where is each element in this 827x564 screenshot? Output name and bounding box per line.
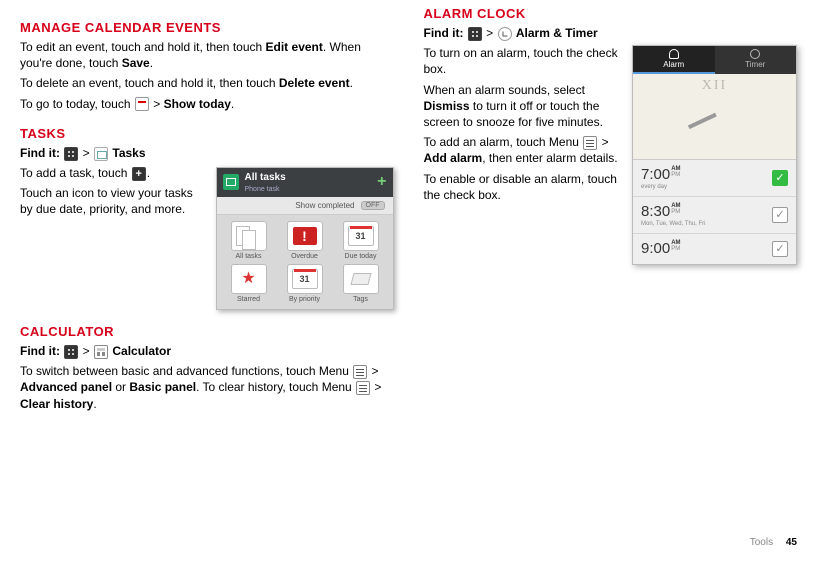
menu-icon <box>583 136 597 150</box>
tasks-app-icon <box>223 174 239 190</box>
apps-icon <box>468 27 482 41</box>
alarm-time: 7:00 <box>641 166 670 183</box>
tasks-header-title: All tasks <box>245 172 286 183</box>
apps-icon <box>64 147 78 161</box>
plus-icon <box>132 167 146 181</box>
tasks-icon <box>94 147 108 161</box>
alarm-widget: Alarm Timer 7:00AMPM every day 8:30AMPM … <box>632 45 797 265</box>
findit-alarm: Find it: > Alarm & Timer <box>424 25 798 41</box>
show-completed-row[interactable]: Show completed OFF <box>217 197 393 215</box>
footer-section: Tools <box>750 537 773 548</box>
show-completed-toggle[interactable]: OFF <box>361 201 385 210</box>
apps-icon <box>64 345 78 359</box>
para-calculator: To switch between basic and advanced fun… <box>20 363 394 412</box>
alarm-row[interactable]: 8:30AMPM Mon, Tue, Wed, Thu, Fri <box>633 197 796 234</box>
filter-by-priority[interactable]: By priority <box>279 264 331 303</box>
page-number: 45 <box>786 537 797 548</box>
tasks-widget-header[interactable]: All tasks Phone task + <box>217 168 393 197</box>
alarm-time: 9:00 <box>641 240 670 257</box>
para-enable-disable-alarm: To enable or disable an alarm, touch the… <box>424 171 634 203</box>
page-footer: Tools 45 <box>750 537 797 548</box>
para-dismiss-alarm: When an alarm sounds, select Dismiss to … <box>424 82 634 131</box>
show-completed-label: Show completed <box>295 201 354 210</box>
heading-alarm-clock: ALARM CLOCK <box>424 6 798 21</box>
alarm-icon <box>498 27 512 41</box>
heading-calculator: CALCULATOR <box>20 324 394 339</box>
timer-icon <box>750 49 760 59</box>
menu-icon <box>356 381 370 395</box>
heading-tasks: TASKS <box>20 126 394 141</box>
menu-icon <box>353 365 367 379</box>
tasks-header-subtitle: Phone task <box>245 186 280 193</box>
para-show-today: To go to today, touch > Show today. <box>20 96 394 112</box>
bell-icon <box>669 49 679 59</box>
alarm-days: Mon, Tue, Wed, Thu, Fri <box>641 221 705 227</box>
calculator-icon <box>94 345 108 359</box>
calendar-icon <box>135 97 149 111</box>
filter-tags[interactable]: Tags <box>335 264 387 303</box>
add-task-button[interactable]: + <box>377 173 386 191</box>
tab-alarm[interactable]: Alarm <box>633 46 715 74</box>
alarm-checkbox[interactable] <box>772 207 788 223</box>
filter-starred[interactable]: Starred <box>223 264 275 303</box>
findit-tasks: Find it: > Tasks <box>20 145 394 161</box>
alarm-checkbox[interactable] <box>772 170 788 186</box>
tasks-widget: All tasks Phone task + Show completed OF… <box>216 167 394 310</box>
para-delete-event: To delete an event, touch and hold it, t… <box>20 75 394 91</box>
para-turn-on-alarm: To turn on an alarm, touch the check box… <box>424 45 634 77</box>
filter-due-today[interactable]: Due today <box>335 221 387 260</box>
tab-timer[interactable]: Timer <box>715 46 797 74</box>
para-add-alarm: To add an alarm, touch Menu > Add alarm,… <box>424 134 634 166</box>
para-edit-event: To edit an event, touch and hold it, the… <box>20 39 394 71</box>
alarm-row[interactable]: 7:00AMPM every day <box>633 160 796 197</box>
heading-manage-calendar: MANAGE CALENDAR EVENTS <box>20 20 394 35</box>
alarm-checkbox[interactable] <box>772 241 788 257</box>
filter-all-tasks[interactable]: All tasks <box>223 221 275 260</box>
clock-face <box>633 74 796 160</box>
alarm-time: 8:30 <box>641 203 670 220</box>
filter-overdue[interactable]: Overdue <box>279 221 331 260</box>
findit-calculator: Find it: > Calculator <box>20 343 394 359</box>
alarm-row[interactable]: 9:00AMPM <box>633 234 796 264</box>
alarm-days: every day <box>641 184 681 190</box>
